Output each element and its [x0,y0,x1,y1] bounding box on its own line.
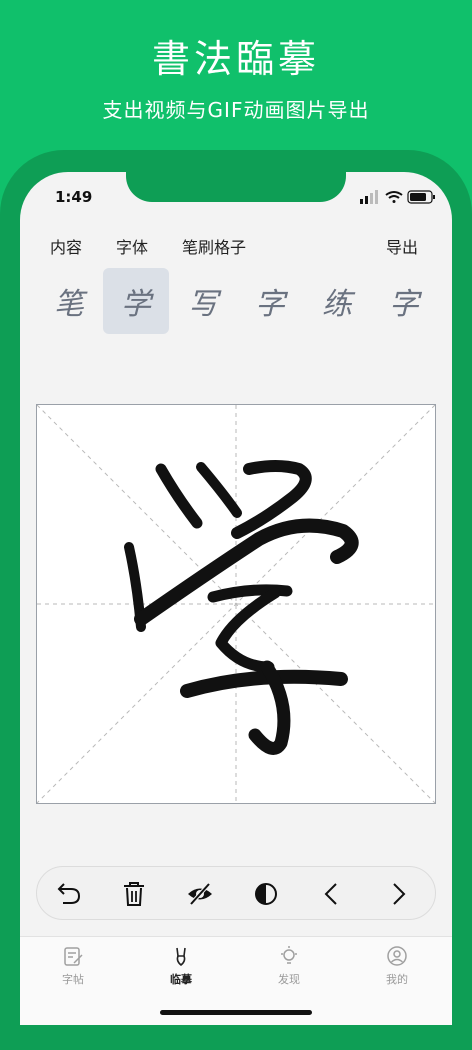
char-tab[interactable]: 写 [170,268,236,334]
copybook-icon [64,947,83,966]
tab-label: 我的 [386,973,408,986]
undo-icon[interactable] [53,879,83,909]
status-icons [360,190,435,204]
char-tab[interactable]: 字 [371,268,437,334]
chevron-right-icon[interactable] [383,879,413,909]
menu-brush-grid[interactable]: 笔刷格子 [182,234,246,258]
char-tab[interactable]: 练 [304,268,370,334]
char-tab-selected[interactable]: 学 [103,268,169,334]
top-menu: 内容 字体 笔刷格子 导出 [0,234,472,258]
promo-subtitle: 支出视频与GIF动画图片导出 [102,98,370,122]
eye-off-icon[interactable] [185,879,215,909]
lightbulb-icon [281,946,297,964]
calligraphy-glyph [124,460,359,755]
wifi-icon [385,191,403,203]
contrast-icon[interactable] [251,879,281,909]
tab-discover[interactable]: 发现 [249,945,329,987]
profile-icon [387,946,407,966]
trash-icon[interactable] [119,879,149,909]
char-tab[interactable]: 字 [237,268,303,334]
tab-tracing[interactable]: 临摹 [141,945,221,987]
practice-grid[interactable] [36,404,436,804]
menu-font[interactable]: 字体 [116,234,148,258]
tab-label: 临摹 [170,973,192,986]
chevron-left-icon[interactable] [317,879,347,909]
brush-icon [176,947,186,967]
home-indicator [160,1010,312,1015]
grid-lines [37,405,435,803]
menu-export[interactable]: 导出 [386,234,418,258]
menu-content[interactable]: 内容 [50,234,82,258]
status-time: 1:49 [55,188,93,206]
tab-profile[interactable]: 我的 [357,945,437,987]
bottom-toolbar [36,866,436,920]
tab-label: 字帖 [62,973,84,986]
phone-notch [126,172,346,202]
character-selector: 笔 学 写 字 练 字 [0,268,472,334]
signal-icon [360,190,378,204]
char-tab[interactable]: 笔 [36,268,102,334]
promo-title: 書法臨摹 [151,37,320,81]
battery-icon [407,190,435,204]
tab-copybook[interactable]: 字帖 [33,945,113,987]
tab-label: 发现 [278,973,300,986]
